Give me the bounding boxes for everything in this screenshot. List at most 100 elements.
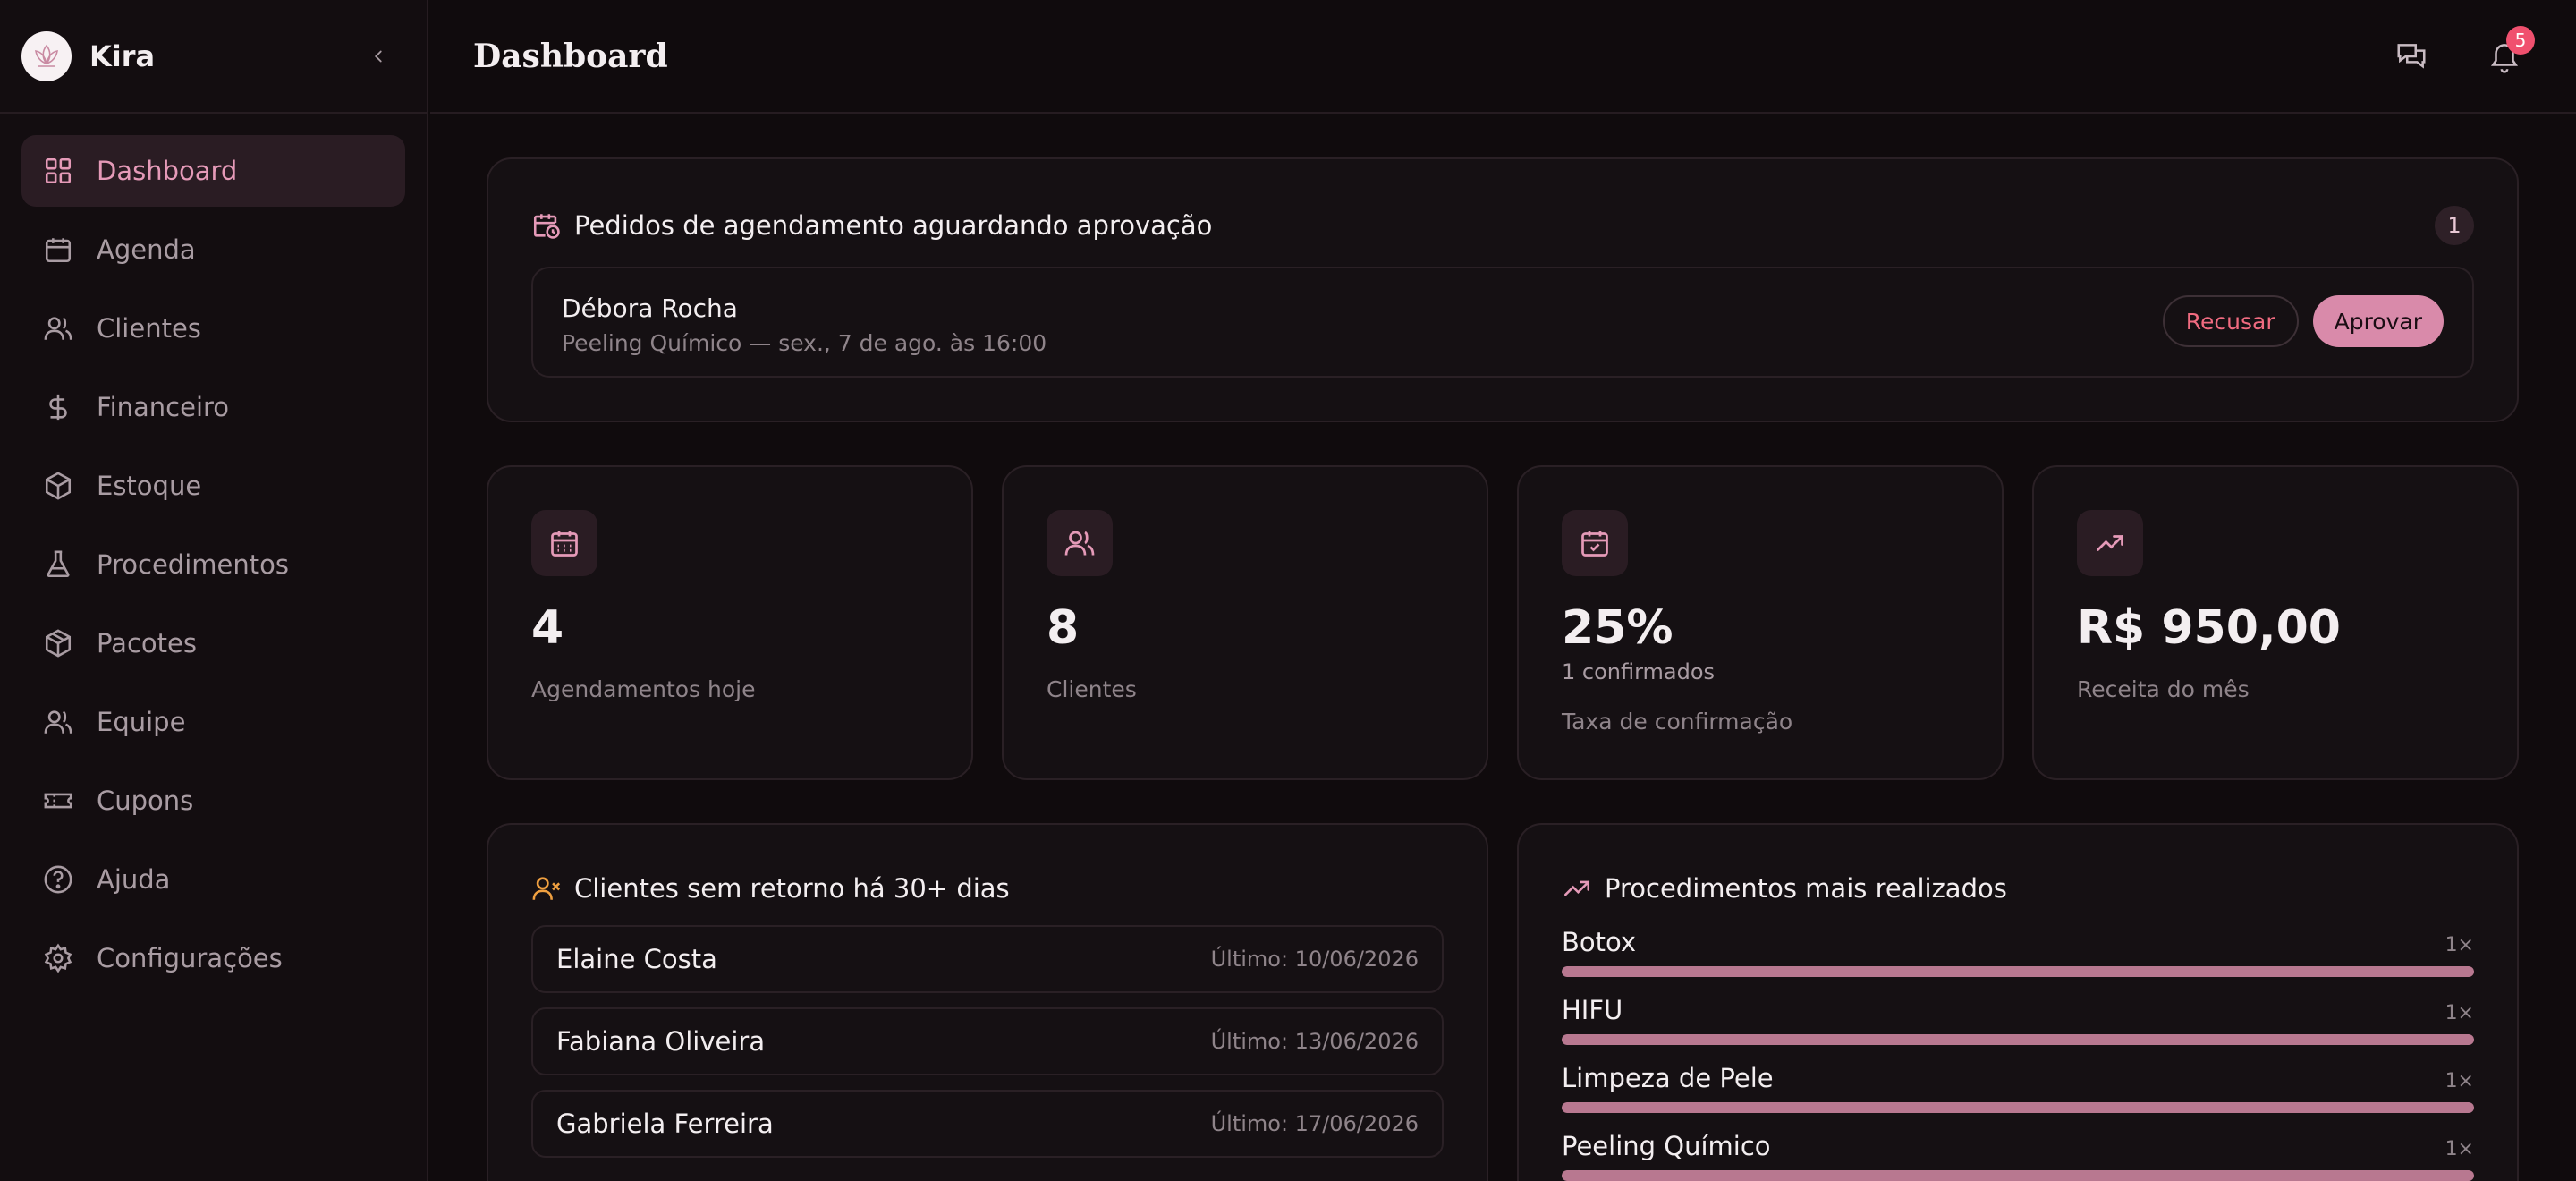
list-item[interactable]: Elaine Costa Último: 10/06/2026 [531, 925, 1444, 993]
list-item[interactable]: Gabriela Ferreira Último: 17/06/2026 [531, 1090, 1444, 1158]
procedure-bar-fill [1562, 1102, 2474, 1113]
stat-icon-box [1046, 510, 1113, 576]
team-icon [44, 710, 72, 734]
procedure-count: 1× [2445, 1070, 2474, 1092]
page-title: Dashboard [473, 37, 668, 75]
flask-icon [47, 550, 70, 578]
sidebar-item-label: Financeiro [97, 392, 230, 422]
help-icon [44, 865, 72, 894]
sidebar-item-label: Agenda [97, 234, 196, 265]
sidebar-item-clientes[interactable]: Clientes [21, 293, 405, 364]
sidebar-item-cupons[interactable]: Cupons [21, 765, 405, 837]
calendar-clock-icon [533, 214, 560, 239]
stat-sub-label: 1 confirmados [1562, 659, 1716, 684]
sidebar-item-label: Estoque [97, 471, 202, 501]
sidebar-item-estoque[interactable]: Estoque [21, 450, 405, 522]
messages-icon [2397, 43, 2426, 69]
client-last-visit: Último: 13/06/2026 [1210, 1029, 1419, 1054]
chevron-left-icon [374, 50, 382, 62]
sidebar-item-label: Configurações [97, 943, 283, 973]
request-client-name: Débora Rocha [562, 293, 738, 323]
sidebar-item-label: Dashboard [97, 156, 238, 186]
stat-icon-box [531, 510, 597, 576]
lotus-icon [35, 44, 58, 67]
approve-button[interactable]: Aprovar [2312, 295, 2444, 347]
calendar-check-icon [1581, 531, 1608, 557]
procedure-name: Botox [1562, 927, 1637, 957]
sidebar-item-procedimentos[interactable]: Procedimentos [21, 529, 405, 600]
procedure-count: 1× [2445, 1138, 2474, 1160]
ticket-icon [44, 793, 72, 809]
top-procedures-card: Procedimentos mais realizados Botox 1× HI… [1517, 823, 2519, 1181]
sidebar-item-agenda[interactable]: Agenda [21, 214, 405, 285]
top-procedures-title: Procedimentos mais realizados [1605, 873, 2007, 904]
gear-icon [44, 943, 72, 973]
notification-badge: 5 [2506, 25, 2535, 55]
sidebar-item-dashboard[interactable]: Dashboard [21, 135, 405, 207]
sidebar-item-financeiro[interactable]: Financeiro [21, 371, 405, 443]
procedure-bar-track [1562, 1170, 2474, 1181]
refuse-button[interactable]: Recusar [2162, 295, 2299, 347]
stat-icon-box [2077, 510, 2143, 576]
stat-label: Taxa de confirmação [1562, 709, 1793, 735]
client-name: Fabiana Oliveira [556, 1026, 766, 1057]
collapse-sidebar-button[interactable] [360, 38, 396, 74]
stat-value: 8 [1046, 601, 1080, 655]
notifications-button[interactable]: 5 [2476, 25, 2535, 85]
sidebar-item-equipe[interactable]: Equipe [21, 686, 405, 758]
inactive-clients-card: Clientes sem retorno há 30+ dias Elaine … [487, 823, 1488, 1181]
calendar-icon [45, 238, 72, 263]
procedure-bar-track [1562, 1102, 2474, 1113]
stat-label: Receita do mês [2077, 676, 2250, 702]
inactive-clients-title: Clientes sem retorno há 30+ dias [574, 873, 1010, 904]
sidebar-item-label: Pacotes [97, 628, 197, 658]
trending-up-icon [2097, 535, 2123, 551]
stat-label: Clientes [1046, 676, 1137, 702]
inactive-clients-header: Clientes sem retorno há 30+ dias [531, 873, 1010, 904]
sidebar-item-ajuda[interactable]: Ajuda [21, 844, 405, 915]
procedure-bar-track [1562, 966, 2474, 977]
sidebar-item-configuracoes[interactable]: Configurações [21, 922, 405, 994]
users-icon [44, 317, 72, 340]
stat-card-appointments-today: 4 Agendamentos hoje [487, 465, 973, 780]
procedure-bar-fill [1562, 1170, 2474, 1181]
client-name: Gabriela Ferreira [556, 1109, 774, 1139]
stat-label: Agendamentos hoje [531, 676, 756, 702]
stat-card-monthly-revenue: R$ 950,00 Receita do mês [2032, 465, 2519, 780]
client-last-visit: Último: 10/06/2026 [1210, 947, 1419, 972]
procedure-row: Botox 1× [1562, 927, 2474, 981]
procedure-bar-fill [1562, 966, 2474, 977]
request-item: Débora Rocha Peeling Químico — sex., 7 d… [531, 267, 2474, 378]
procedure-row: Limpeza de Pele 1× [1562, 1063, 2474, 1117]
client-last-visit: Último: 17/06/2026 [1210, 1111, 1419, 1136]
calendar-icon [551, 531, 578, 557]
package-icon [45, 629, 72, 658]
pending-requests-title: Pedidos de agendamento aguardando aprova… [574, 210, 1213, 241]
messages-button[interactable] [2383, 28, 2440, 85]
procedure-count: 1× [2445, 934, 2474, 956]
pending-count-badge: 1 [2435, 206, 2474, 245]
client-name: Elaine Costa [556, 944, 717, 974]
stat-card-confirmation-rate: 25% 1 confirmados Taxa de confirmação [1517, 465, 2004, 780]
dollar-icon [49, 394, 67, 421]
list-item[interactable]: Fabiana Oliveira Último: 13/06/2026 [531, 1007, 1444, 1075]
procedure-row: Peeling Químico 1× [1562, 1131, 2474, 1181]
brand-logo[interactable] [21, 30, 72, 81]
top-procedures-header: Procedimentos mais realizados [1562, 873, 2007, 904]
request-detail: Peeling Químico — sex., 7 de ago. às 16:… [562, 330, 1047, 356]
procedure-bar-track [1562, 1034, 2474, 1045]
request-actions: Recusar Aprovar [2162, 295, 2444, 347]
sidebar-header: Kira [0, 0, 427, 114]
stat-value: 25% [1562, 601, 1674, 655]
dashboard-icon [45, 157, 72, 184]
stat-card-clients: 8 Clientes [1002, 465, 1488, 780]
procedure-bar-fill [1562, 1034, 2474, 1045]
sidebar-item-label: Clientes [97, 313, 201, 344]
trending-up-icon [1563, 880, 1590, 896]
stat-value: 4 [531, 601, 564, 655]
sidebar-item-pacotes[interactable]: Pacotes [21, 607, 405, 679]
box-icon [45, 472, 72, 500]
sidebar-item-label: Equipe [97, 707, 186, 737]
stat-icon-box [1562, 510, 1628, 576]
procedure-row: HIFU 1× [1562, 995, 2474, 1049]
